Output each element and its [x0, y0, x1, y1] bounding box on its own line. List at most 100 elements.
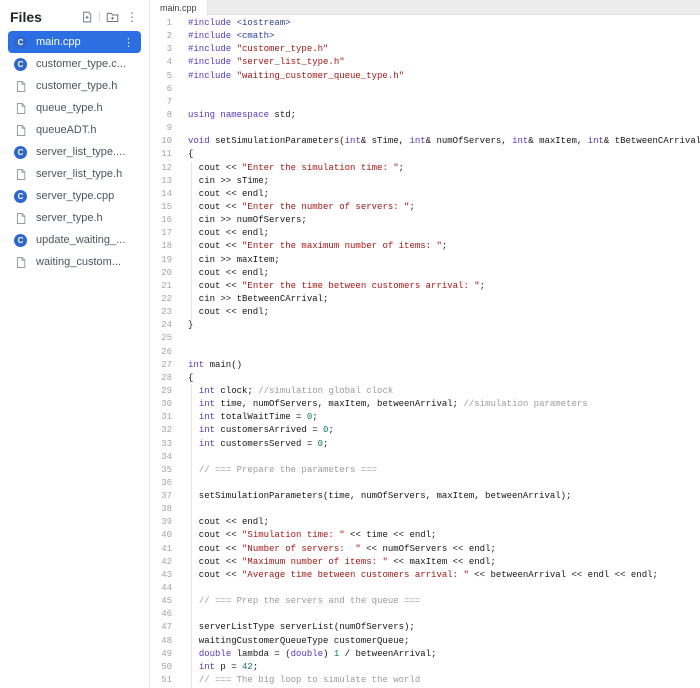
code-line[interactable]: 3 #include "customer_type.h" — [150, 43, 700, 56]
code-line[interactable]: 39 cout << endl; — [150, 516, 700, 529]
code-text: cout << endl; — [188, 267, 269, 280]
sidebar-item-update-waiting[interactable]: Cupdate_waiting_... — [0, 229, 149, 251]
line-number: 1 — [166, 18, 172, 28]
code-line[interactable]: 15 cout << "Enter the number of servers:… — [150, 201, 700, 214]
file-item-menu-icon[interactable]: ⋮ — [123, 36, 141, 49]
code-token: 42 — [242, 661, 253, 672]
code-line[interactable]: 8 using namespace std; — [150, 109, 700, 122]
code-line[interactable]: 2 #include <cmath> — [150, 30, 700, 43]
code-line[interactable]: 26 — [150, 346, 700, 359]
code-line[interactable]: 17 cout << endl; — [150, 227, 700, 240]
code-line[interactable]: 23 cout << endl; — [150, 306, 700, 319]
code-token: void — [188, 136, 210, 147]
code-line[interactable]: 27 int main() — [150, 359, 700, 372]
code-line[interactable]: 24} — [150, 319, 700, 332]
code-text: { — [188, 372, 193, 385]
new-folder-icon[interactable] — [106, 11, 119, 23]
code-line[interactable]: 4 #include "server_list_type.h" — [150, 56, 700, 69]
line-number: 13 — [161, 175, 172, 186]
code-line[interactable]: 49 double lambda = (double) 1 / betweenA… — [150, 648, 700, 661]
code-line[interactable]: 13 cin >> sTime; — [150, 175, 700, 188]
file-icon — [14, 168, 27, 181]
code-line[interactable]: 29 int clock; //simulation global clock — [150, 385, 700, 398]
code-token: "Enter the number of servers: " — [242, 201, 410, 212]
sidebar-item-server-list-type[interactable]: Cserver_list_type.... — [0, 141, 149, 163]
sidebar-item-server-type-cpp[interactable]: Cserver_type.cpp — [0, 185, 149, 207]
code-token: setSimulationParameters(time, numOfServe… — [188, 491, 572, 502]
code-line[interactable]: 50 int p = 42; — [150, 661, 700, 674]
file-icon — [14, 256, 27, 269]
code-area[interactable]: 1 #include <iostream> 2 #include <cmath> 3 #i… — [150, 15, 700, 688]
sidebar-menu-icon[interactable]: ⋮ — [125, 11, 139, 23]
code-line[interactable]: 45 // === Prep the servers and the queue… — [150, 595, 700, 608]
code-line[interactable]: 16 cin >> numOfServers; — [150, 214, 700, 227]
code-line[interactable]: 35 // === Prepare the parameters === — [150, 464, 700, 477]
code-token: int — [198, 661, 216, 672]
code-line[interactable]: 47 serverListType serverList(numOfServer… — [150, 621, 700, 634]
code-line[interactable]: 20 cout << endl; — [150, 267, 700, 280]
sidebar-item-queueadt-h[interactable]: queueADT.h — [0, 119, 149, 141]
code-line[interactable]: 43 cout << "Average time between custome… — [150, 569, 700, 582]
code-line[interactable]: 12 cout << "Enter the simulation time: "… — [150, 162, 700, 175]
code-token: // === The big loop to simulate the worl… — [198, 675, 421, 686]
code-line[interactable]: 33 int customersServed = 0; — [150, 438, 700, 451]
code-token: main() — [204, 359, 243, 370]
line-number: 42 — [161, 556, 172, 567]
tab-main-cpp[interactable]: main.cpp — [150, 0, 208, 15]
sidebar-item-customer-type-c[interactable]: Ccustomer_type.c... — [0, 53, 149, 75]
code-line[interactable]: 34 — [150, 451, 700, 464]
sidebar-item-waiting-custom[interactable]: waiting_custom... — [0, 251, 149, 273]
code-text: { — [188, 148, 193, 161]
file-icon — [14, 124, 27, 137]
code-line[interactable]: 37 setSimulationParameters(time, numOfSe… — [150, 490, 700, 503]
code-token: //simulation global clock — [258, 385, 394, 396]
new-file-icon[interactable] — [81, 11, 93, 23]
code-token: serverListType serverList(numOfServers); — [188, 622, 415, 633]
code-line[interactable]: 31 int totalWaitTime = 0; — [150, 411, 700, 424]
code-line[interactable]: 18 cout << "Enter the maximum number of … — [150, 240, 700, 253]
code-token: lambda = ( — [231, 648, 291, 659]
code-line[interactable]: 51 // === The big loop to simulate the w… — [150, 674, 700, 687]
code-token: <cmath> — [236, 31, 275, 42]
sidebar-item-server-type-h[interactable]: server_type.h — [0, 207, 149, 229]
code-line[interactable]: 22 cin >> tBetweenCArrival; — [150, 293, 700, 306]
code-line[interactable]: 30 int time, numOfServers, maxItem, betw… — [150, 398, 700, 411]
code-line[interactable]: 19 cin >> maxItem; — [150, 254, 700, 267]
code-text: cout << "Average time between customers … — [188, 569, 658, 582]
code-text: cout << endl; — [188, 306, 269, 319]
code-line[interactable]: 46 — [150, 608, 700, 621]
sidebar-item-customer-type-h[interactable]: customer_type.h — [0, 75, 149, 97]
code-token: totalWaitTime = — [215, 412, 307, 423]
code-line[interactable]: 38 — [150, 503, 700, 516]
code-line[interactable]: 11 { — [150, 148, 700, 161]
code-line[interactable]: 10 void setSimulationParameters(int& sTim… — [150, 135, 700, 148]
line-number: 38 — [161, 504, 172, 515]
code-line[interactable]: 28 { — [150, 372, 700, 385]
sidebar-item-queue-type-h[interactable]: queue_type.h — [0, 97, 149, 119]
code-line[interactable]: 7 — [150, 96, 700, 109]
code-line[interactable]: 40 cout << "Simulation time: " << time <… — [150, 529, 700, 542]
code-line[interactable]: 42 cout << "Maximum number of items: " <… — [150, 556, 700, 569]
code-line[interactable]: 44 — [150, 582, 700, 595]
code-line[interactable]: 14 cout << endl; — [150, 188, 700, 201]
code-line[interactable]: 32 int customersArrived = 0; — [150, 424, 700, 437]
code-line[interactable]: 41 cout << "Number of servers: " << numO… — [150, 543, 700, 556]
code-line[interactable]: 6 — [150, 83, 700, 96]
file-name: queueADT.h — [36, 124, 97, 136]
code-line[interactable]: 5 #include "waiting_customer_queue_type.h… — [150, 70, 700, 83]
sidebar-item-server-list-type-h[interactable]: server_list_type.h — [0, 163, 149, 185]
code-line[interactable]: 21 cout << "Enter the time between custo… — [150, 280, 700, 293]
code-line[interactable]: 25 — [150, 332, 700, 345]
line-number: 32 — [161, 425, 172, 436]
code-line[interactable]: 48 waitingCustomerQueueType customerQueu… — [150, 635, 700, 648]
code-token: & sTime, — [360, 136, 410, 147]
code-token: cout << — [188, 241, 243, 252]
code-line[interactable]: 1 #include <iostream> — [150, 17, 700, 30]
sidebar-item-main-cpp[interactable]: Cmain.cpp ⋮ — [8, 31, 141, 53]
code-text: #include "waiting_customer_queue_type.h" — [188, 70, 404, 83]
code-token: "Average time between customers arrival:… — [242, 569, 469, 580]
code-line[interactable]: 9 — [150, 122, 700, 135]
code-line[interactable]: 36 — [150, 477, 700, 490]
code-text: // === Prep the servers and the queue ==… — [188, 595, 420, 608]
